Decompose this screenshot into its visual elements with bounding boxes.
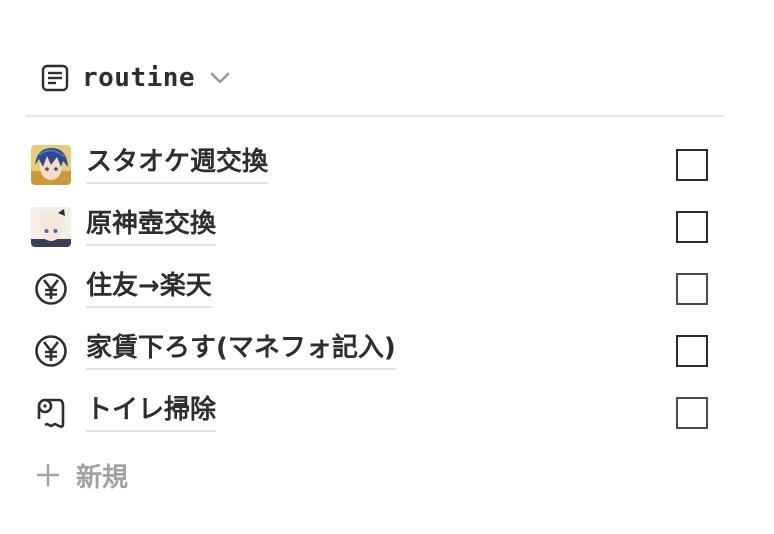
list-item[interactable]: 家賃下ろす(マネフォ記入) xyxy=(30,320,720,382)
checkbox[interactable] xyxy=(676,149,708,181)
routine-list: スタオケ週交換 原神壺交換 住友→楽天 家賃下ろす(マネフォ記入) トイレ掃除 xyxy=(30,134,720,444)
item-label[interactable]: トイレ掃除 xyxy=(86,394,217,432)
document-icon xyxy=(40,63,70,93)
avatar xyxy=(30,206,72,248)
list-item[interactable]: トイレ掃除 xyxy=(30,382,720,444)
list-item[interactable]: 住友→楽天 xyxy=(30,258,720,320)
item-label[interactable]: 住友→楽天 xyxy=(86,270,212,308)
header-divider xyxy=(26,115,724,117)
new-item-label: 新規 xyxy=(76,462,129,493)
avatar xyxy=(30,144,72,186)
checkbox[interactable] xyxy=(676,397,708,429)
new-item-button[interactable]: 新規 xyxy=(34,453,128,497)
yen-coin-icon xyxy=(30,268,72,310)
list-item[interactable]: スタオケ週交換 xyxy=(30,134,720,196)
page-header: routine xyxy=(40,58,233,98)
checkbox[interactable] xyxy=(676,211,708,243)
item-label[interactable]: 家賃下ろす(マネフォ記入) xyxy=(86,332,396,370)
checkbox[interactable] xyxy=(676,335,708,367)
toilet-paper-icon xyxy=(30,392,72,434)
list-item[interactable]: 原神壺交換 xyxy=(30,196,720,258)
plus-icon xyxy=(34,461,62,489)
page-title[interactable]: routine xyxy=(82,63,195,93)
item-label[interactable]: スタオケ週交換 xyxy=(86,146,269,184)
chevron-down-icon[interactable] xyxy=(207,65,233,91)
item-label[interactable]: 原神壺交換 xyxy=(86,208,217,246)
checkbox[interactable] xyxy=(676,273,708,305)
yen-coin-icon xyxy=(30,330,72,372)
